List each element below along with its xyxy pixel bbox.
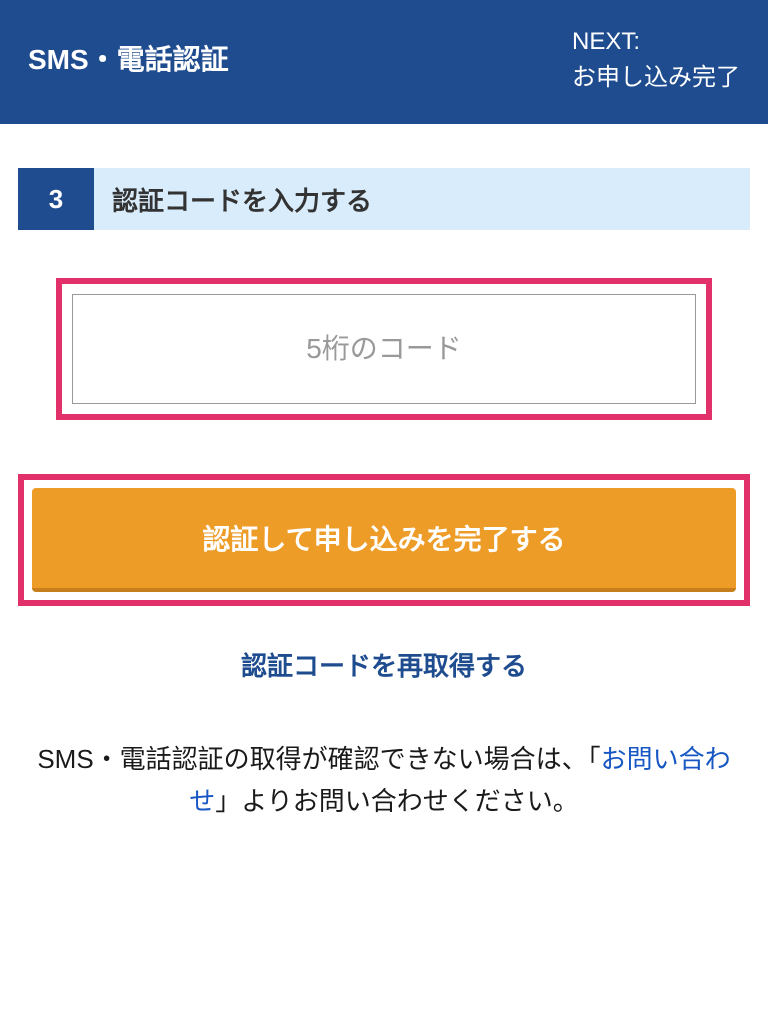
page-header: SMS・電話認証 NEXT: お申し込み完了: [0, 0, 768, 124]
next-step: お申し込み完了: [572, 60, 740, 96]
step-title: 認証コードを入力する: [94, 168, 750, 230]
header-next: NEXT: お申し込み完了: [572, 24, 740, 96]
submit-highlight: 認証して申し込みを完了する: [18, 474, 750, 606]
verification-code-input[interactable]: [72, 294, 696, 404]
help-text-before: SMS・電話認証の取得が確認できない場合は、「: [37, 744, 600, 774]
header-title: SMS・電話認証: [28, 24, 229, 78]
submit-button[interactable]: 認証して申し込みを完了する: [32, 488, 736, 592]
help-text: SMS・電話認証の取得が確認できない場合は、「お問い合わせ」よりお問い合わせくだ…: [24, 739, 744, 822]
step-number: 3: [18, 168, 94, 230]
step-bar: 3 認証コードを入力する: [18, 168, 750, 230]
help-text-after: 」よりお問い合わせください。: [215, 786, 578, 816]
next-label: NEXT:: [572, 24, 740, 60]
resend-code-link[interactable]: 認証コードを再取得する: [0, 646, 768, 683]
code-input-highlight: [56, 278, 712, 420]
